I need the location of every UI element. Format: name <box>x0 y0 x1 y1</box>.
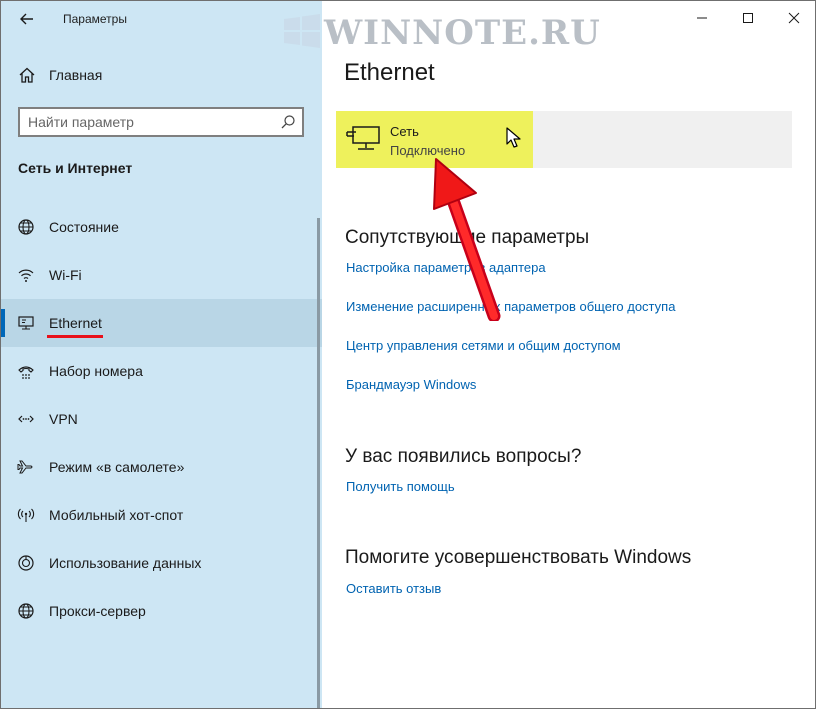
link-adapter-settings[interactable]: Настройка параметров адаптера <box>346 260 546 275</box>
sidebar: Параметры Главная Сеть и Интернет <box>1 1 322 708</box>
sidebar-item-label: Состояние <box>49 219 119 235</box>
minimize-button[interactable] <box>679 1 725 35</box>
windows-logo-icon <box>284 14 320 48</box>
link-feedback[interactable]: Оставить отзыв <box>346 581 441 596</box>
sidebar-item-ethernet[interactable]: Ethernet <box>1 299 322 347</box>
ethernet-icon <box>18 316 34 330</box>
sidebar-item-data-usage[interactable]: Использование данных <box>1 539 322 587</box>
sidebar-item-label: Набор номера <box>49 363 143 379</box>
sidebar-item-proxy[interactable]: Прокси-сервер <box>1 587 322 635</box>
section-title: Сеть и Интернет <box>18 160 133 176</box>
maximize-icon <box>743 13 753 23</box>
network-tile[interactable]: Сеть Подключено <box>336 111 792 168</box>
settings-window: Параметры Главная Сеть и Интернет <box>0 0 816 709</box>
sidebar-item-label: Wi-Fi <box>49 267 82 283</box>
sidebar-item-label: Использование данных <box>49 555 202 571</box>
minimize-icon <box>697 17 707 19</box>
watermark-text: WINNOTE.RU <box>324 13 601 53</box>
globe-icon <box>18 603 34 619</box>
ethernet-network-icon <box>346 126 380 150</box>
sidebar-item-dialup[interactable]: Набор номера <box>1 347 322 395</box>
link-sharing-settings[interactable]: Изменение расширенных параметров общего … <box>346 299 675 314</box>
link-network-center[interactable]: Центр управления сетями и общим доступом <box>346 338 621 353</box>
title-bar: Параметры <box>1 1 322 37</box>
back-arrow-icon <box>20 13 33 25</box>
app-title: Параметры <box>63 12 127 26</box>
airplane-icon <box>17 460 33 474</box>
related-settings-heading: Сопутствующие параметры <box>345 227 590 248</box>
watermark: WINNOTE.RU <box>284 11 612 53</box>
sidebar-item-vpn[interactable]: VPN <box>1 395 322 443</box>
sidebar-item-label: VPN <box>49 411 78 427</box>
sidebar-item-label: Ethernet <box>49 315 102 331</box>
sidebar-item-hotspot[interactable]: Мобильный хот-спот <box>1 491 322 539</box>
sidebar-item-home[interactable]: Главная <box>1 57 322 93</box>
dialup-icon <box>18 366 34 379</box>
network-status: Подключено <box>390 143 466 158</box>
search-input[interactable] <box>28 113 268 131</box>
network-name: Сеть <box>390 124 419 139</box>
link-get-help[interactable]: Получить помощь <box>346 479 455 494</box>
sidebar-item-label: Режим «в самолете» <box>49 459 185 475</box>
improve-heading: Помогите усовершенствовать Windows <box>345 547 692 568</box>
maximize-button[interactable] <box>725 1 771 35</box>
sidebar-item-wifi[interactable]: Wi-Fi <box>1 251 322 299</box>
window-controls <box>679 1 815 35</box>
search-icon[interactable] <box>280 114 296 130</box>
sidebar-item-airplane[interactable]: Режим «в самолете» <box>1 443 322 491</box>
mouse-cursor-icon <box>506 127 521 148</box>
sidebar-item-label: Главная <box>49 67 103 83</box>
annotation-underline <box>47 335 103 338</box>
hotspot-icon <box>17 508 35 522</box>
main-content: WINNOTE.RU Ethernet Сеть Подключено Сопу… <box>284 1 815 708</box>
home-icon <box>19 67 35 83</box>
back-button[interactable] <box>15 7 39 31</box>
close-icon <box>788 12 800 24</box>
sidebar-item-label: Мобильный хот-спот <box>49 507 184 523</box>
data-usage-icon <box>18 555 34 571</box>
link-firewall[interactable]: Брандмауэр Windows <box>346 377 476 392</box>
page-title: Ethernet <box>344 59 435 86</box>
vpn-icon <box>18 415 34 423</box>
sidebar-nav: Состояние Wi-Fi Ethernet Набор номера VP… <box>1 203 322 635</box>
questions-heading: У вас появились вопросы? <box>345 446 582 467</box>
wifi-icon <box>18 269 34 282</box>
globe-icon <box>18 219 34 235</box>
sidebar-item-status[interactable]: Состояние <box>1 203 322 251</box>
sidebar-item-label: Прокси-сервер <box>49 603 146 619</box>
sidebar-scrollbar[interactable] <box>317 218 320 708</box>
search-box <box>18 107 304 137</box>
close-button[interactable] <box>771 1 815 35</box>
